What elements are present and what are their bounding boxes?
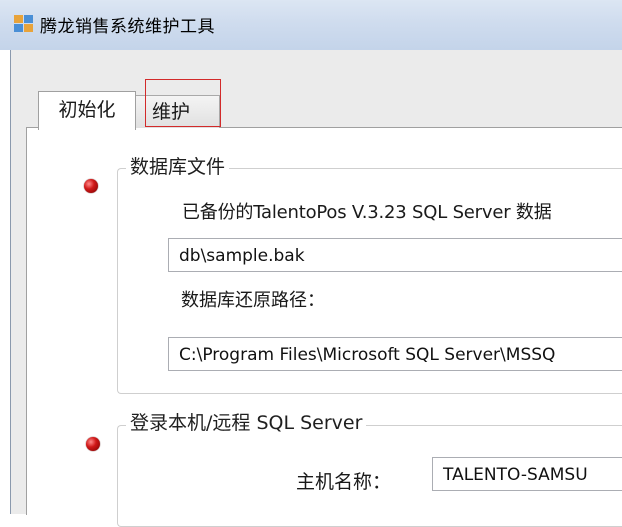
host-name-label: 主机名称：: [296, 471, 392, 493]
backup-file-path-input[interactable]: db\sample.bak: [168, 238, 622, 272]
login-bullet-icon: [86, 437, 100, 451]
login-sql-server-legend: 登录本机/远程 SQL Server: [126, 412, 367, 434]
host-name-input[interactable]: TALENTO-SAMSU: [432, 457, 622, 491]
restore-path-input[interactable]: C:\Program Files\Microsoft SQL Server\MS…: [168, 337, 622, 371]
restore-path-label: 数据库还原路径：: [181, 290, 325, 311]
tab-maintenance[interactable]: 维护: [134, 95, 220, 128]
tab-initialize-label: 初始化: [58, 99, 116, 121]
title-bar: 腾龙销售系统维护工具: [0, 0, 622, 50]
database-file-bullet-icon: [84, 179, 98, 193]
database-file-legend: 数据库文件: [126, 156, 230, 178]
backup-file-label: 已备份的TalentoPos V.3.23 SQL Server 数据: [182, 202, 552, 223]
app-window-icon: [14, 15, 33, 32]
tab-maintenance-label: 维护: [151, 101, 190, 123]
tab-initialize[interactable]: 初始化: [38, 91, 136, 130]
window-title: 腾龙销售系统维护工具: [40, 17, 215, 37]
